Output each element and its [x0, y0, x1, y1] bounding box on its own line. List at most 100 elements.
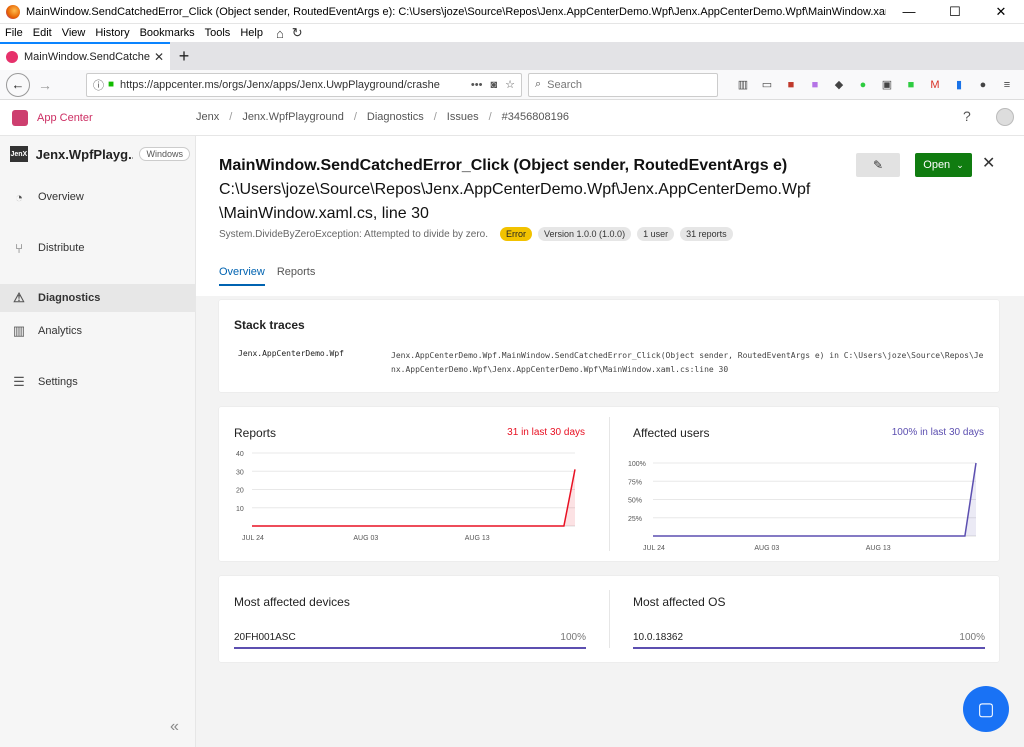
appcenter-logo-icon[interactable]: [12, 109, 28, 126]
sidebar: JenX Jenx.WpfPlayg... Windows ◔ Overview…: [0, 136, 196, 747]
tab-bar: MainWindow.SendCatchedErro ✕ +: [0, 42, 1024, 70]
collapse-sidebar-icon[interactable]: «: [170, 718, 179, 736]
open-status-button[interactable]: Open ⌄: [915, 153, 972, 177]
tab-label: MainWindow.SendCatchedErro: [24, 51, 150, 63]
search-icon: ⌕: [535, 78, 542, 90]
menu-view[interactable]: View: [62, 27, 86, 39]
pocket-icon[interactable]: ◙: [490, 79, 497, 91]
issue-title: MainWindow.SendCatchedError_Click (Objec…: [219, 154, 839, 226]
os-percent-bar: [633, 647, 985, 649]
affected-users-chart-title: Affected users: [633, 426, 710, 440]
x-tick-label: JUL 24: [643, 545, 665, 552]
breadcrumb-issue-id: #3456808196: [501, 111, 569, 123]
breadcrumb-separator: /: [488, 111, 492, 123]
sidebar-item-overview[interactable]: ◔ Overview: [0, 183, 196, 211]
sidebar-item-analytics[interactable]: ▥ Analytics: [0, 317, 196, 345]
menu-file[interactable]: File: [5, 27, 23, 39]
sidebar-item-label: Overview: [38, 191, 84, 203]
search-input[interactable]: ⌕ Search: [528, 72, 718, 97]
tab-overview[interactable]: Overview: [219, 266, 265, 286]
info-icon[interactable]: ⓘ: [93, 77, 104, 93]
library-icon[interactable]: ▥: [732, 76, 754, 94]
os-title: Most affected OS: [633, 595, 726, 609]
breadcrumb-issues[interactable]: Issues: [447, 111, 479, 123]
avatar[interactable]: [996, 108, 1014, 126]
extension-icon[interactable]: ◆: [828, 76, 850, 94]
menu-bar: File Edit View History Bookmarks Tools H…: [0, 24, 1024, 42]
device-name: 20FH001ASC: [234, 632, 296, 643]
tab-reports[interactable]: Reports: [277, 266, 316, 286]
back-button[interactable]: ←: [6, 72, 30, 97]
close-window-button[interactable]: ✕: [978, 0, 1024, 24]
edit-icon: ✎: [872, 158, 884, 172]
new-tab-button[interactable]: +: [170, 42, 198, 70]
series-line: [252, 469, 576, 527]
breadcrumb-diagnostics[interactable]: Diagnostics: [367, 111, 424, 123]
gmail-icon[interactable]: M: [924, 76, 946, 94]
app-selector[interactable]: JenX Jenx.WpfPlayg... Windows: [10, 146, 190, 162]
issue-path-line1: C:\Users\joze\Source\Repos\Jenx.AppCente…: [219, 181, 811, 198]
extension-icon[interactable]: ●: [852, 76, 874, 94]
stack-traces-card: Stack traces Jenx.AppCenterDemo.Wpf Jenx…: [219, 300, 999, 392]
close-icon[interactable]: ✕: [982, 153, 995, 173]
breadcrumb: Jenx / Jenx.WpfPlayground / Diagnostics …: [196, 111, 579, 123]
affected-users-chart: 25% 50% 75% 100% JUL 24 AUG 03 AUG 13: [628, 461, 977, 552]
sidebar-item-distribute[interactable]: ⑂ Distribute: [0, 234, 196, 262]
appcenter-brand[interactable]: App Center: [37, 112, 93, 124]
minimize-button[interactable]: —: [886, 0, 932, 24]
window-title: MainWindow.SendCatchedError_Click (Objec…: [26, 5, 886, 18]
navigation-bar: ← → ⓘ ■ https://appcenter.ms/orgs/Jenx/a…: [0, 70, 1024, 100]
extension-icon[interactable]: ▣: [876, 76, 898, 94]
reload-icon[interactable]: ↻: [292, 25, 303, 41]
page-actions-icon[interactable]: •••: [471, 79, 483, 91]
sidebar-icon[interactable]: ▭: [756, 76, 778, 94]
url-bar[interactable]: ⓘ ■ https://appcenter.ms/orgs/Jenx/apps/…: [86, 72, 522, 97]
most-affected-os: Most affected OS 10.0.18362 100%: [609, 576, 999, 662]
account-icon[interactable]: ●: [972, 76, 994, 94]
stack-traces-title: Stack traces: [234, 318, 305, 332]
menu-bookmarks[interactable]: Bookmarks: [140, 27, 195, 39]
reports-chart: 10 20 30 40 JUL 24 AUG 03 AUG 13: [236, 451, 576, 542]
extension-icon[interactable]: ■: [780, 76, 802, 94]
sidebar-item-label: Settings: [38, 376, 78, 388]
menu-tools[interactable]: Tools: [205, 27, 231, 39]
annotate-button[interactable]: ✎: [856, 153, 900, 177]
extension-icon[interactable]: ■: [900, 76, 922, 94]
issue-method: MainWindow.SendCatchedError_Click (Objec…: [219, 157, 788, 174]
menu-icon[interactable]: ≡: [996, 76, 1018, 94]
sidebar-item-label: Distribute: [38, 242, 85, 254]
menu-history[interactable]: History: [95, 27, 129, 39]
reports-chart-note: 31 in last 30 days: [507, 427, 585, 438]
stack-module: Jenx.AppCenterDemo.Wpf: [238, 349, 344, 358]
bookmark-star-icon[interactable]: ☆: [505, 78, 515, 91]
y-tick-label: 40: [236, 451, 244, 458]
breadcrumb-separator: /: [433, 111, 437, 123]
issue-path-line2: \MainWindow.xaml.cs, line 30: [219, 205, 429, 222]
y-tick-label: 50%: [628, 498, 642, 505]
sidebar-item-settings[interactable]: ☰ Settings: [0, 368, 196, 396]
maximize-button[interactable]: ☐: [932, 0, 978, 24]
home-icon[interactable]: ⌂: [276, 26, 284, 41]
chat-support-button[interactable]: ▢: [963, 686, 1009, 732]
extension-icon[interactable]: ■: [804, 76, 826, 94]
help-icon[interactable]: ?: [963, 108, 971, 124]
os-row: 10.0.18362 100%: [633, 632, 985, 643]
extension-icon[interactable]: ▮: [948, 76, 970, 94]
firefox-icon: [6, 4, 20, 19]
appcenter-favicon-icon: [6, 51, 18, 63]
tab-close-icon[interactable]: ✕: [154, 50, 164, 64]
forward-button[interactable]: →: [38, 77, 52, 93]
url-text[interactable]: https://appcenter.ms/orgs/Jenx/apps/Jenx…: [120, 79, 463, 91]
menu-edit[interactable]: Edit: [33, 27, 52, 39]
y-tick-label: 75%: [628, 479, 642, 486]
breadcrumb-org[interactable]: Jenx: [196, 111, 219, 123]
menu-help[interactable]: Help: [240, 27, 263, 39]
browser-tab[interactable]: MainWindow.SendCatchedErro ✕: [0, 42, 170, 70]
sidebar-item-diagnostics[interactable]: ⚠ Diagnostics: [0, 284, 196, 312]
exception-text: System.DivideByZeroException: Attempted …: [219, 228, 489, 240]
y-tick-label: 10: [236, 506, 244, 513]
breadcrumb-app[interactable]: Jenx.WpfPlayground: [242, 111, 344, 123]
app-icon: JenX: [10, 146, 28, 162]
charts-card: Reports 31 in last 30 days 10 20 30 40 JUL 2…: [219, 407, 999, 561]
device-percent-bar: [234, 647, 586, 649]
